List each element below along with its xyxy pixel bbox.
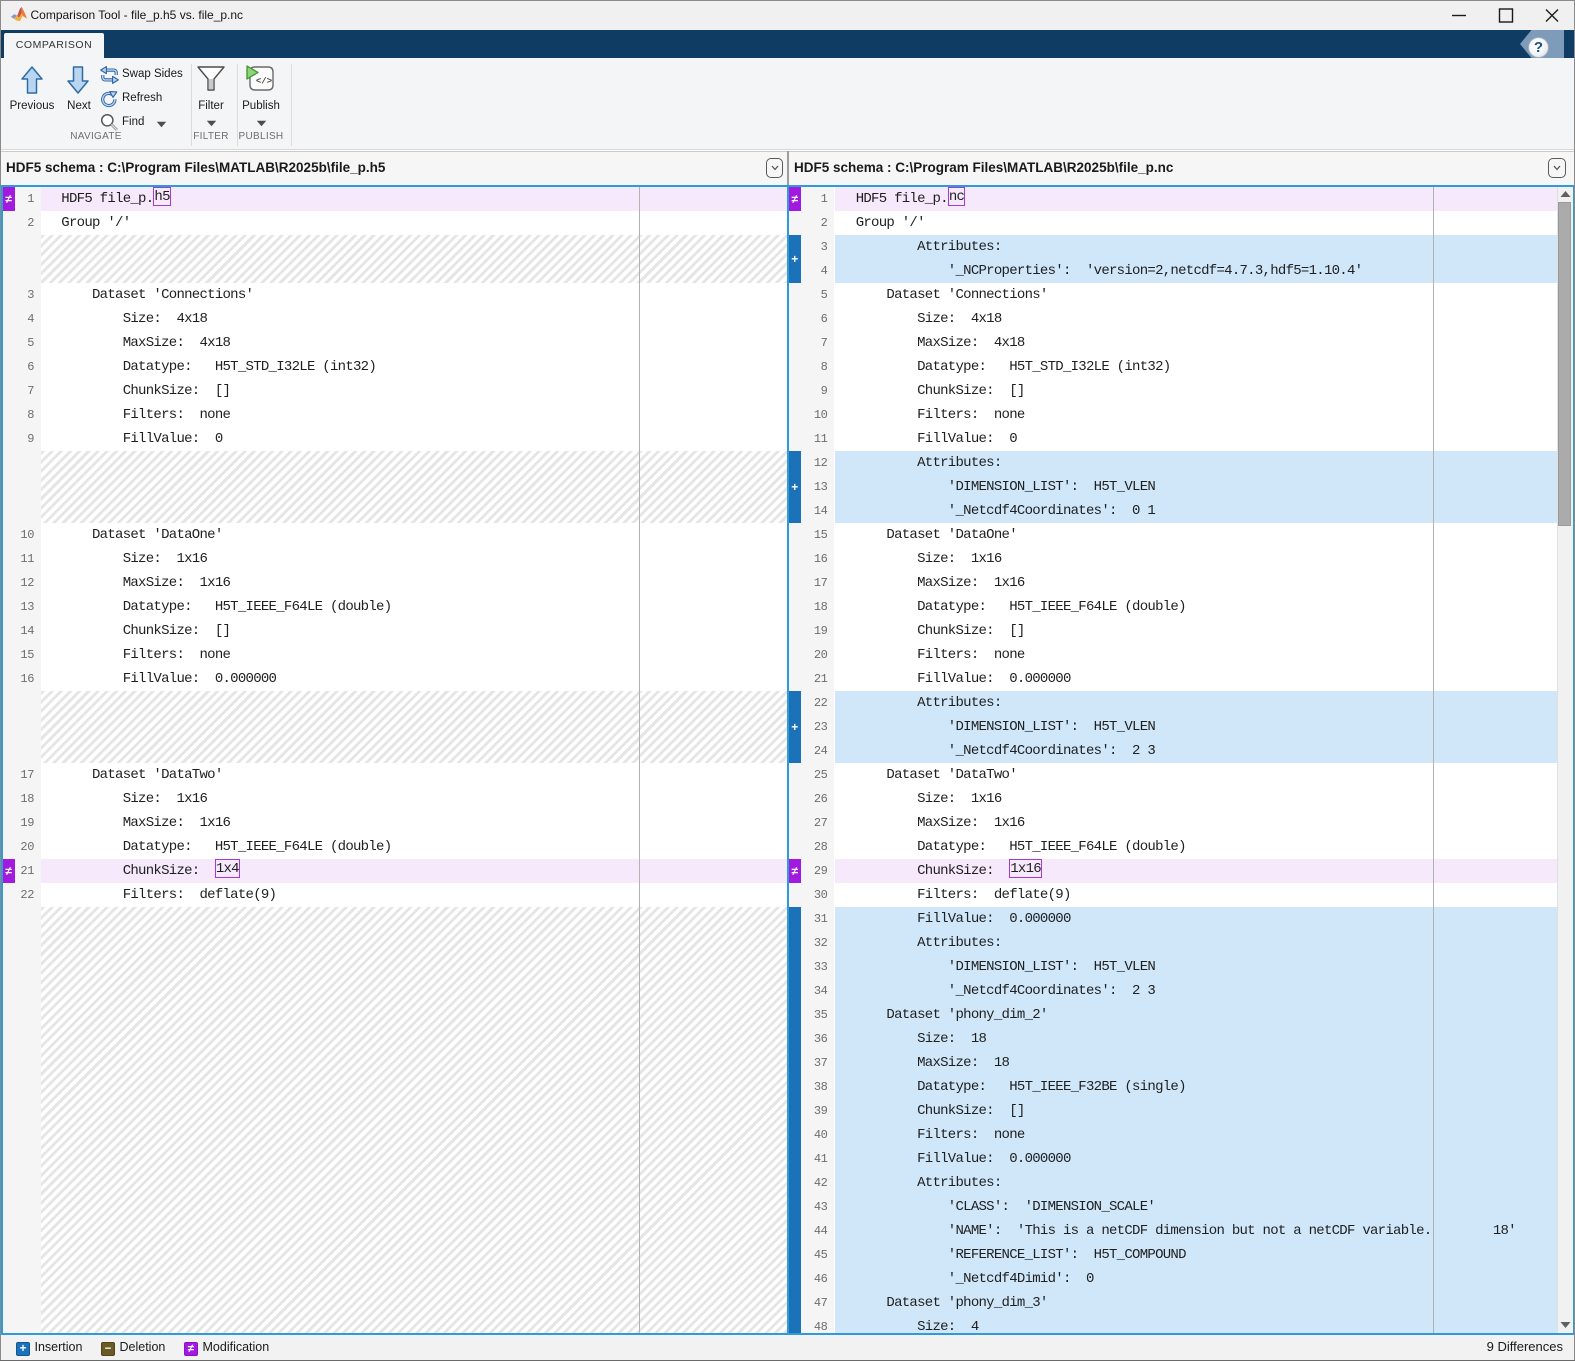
svg-text:</>: </> (256, 77, 272, 87)
